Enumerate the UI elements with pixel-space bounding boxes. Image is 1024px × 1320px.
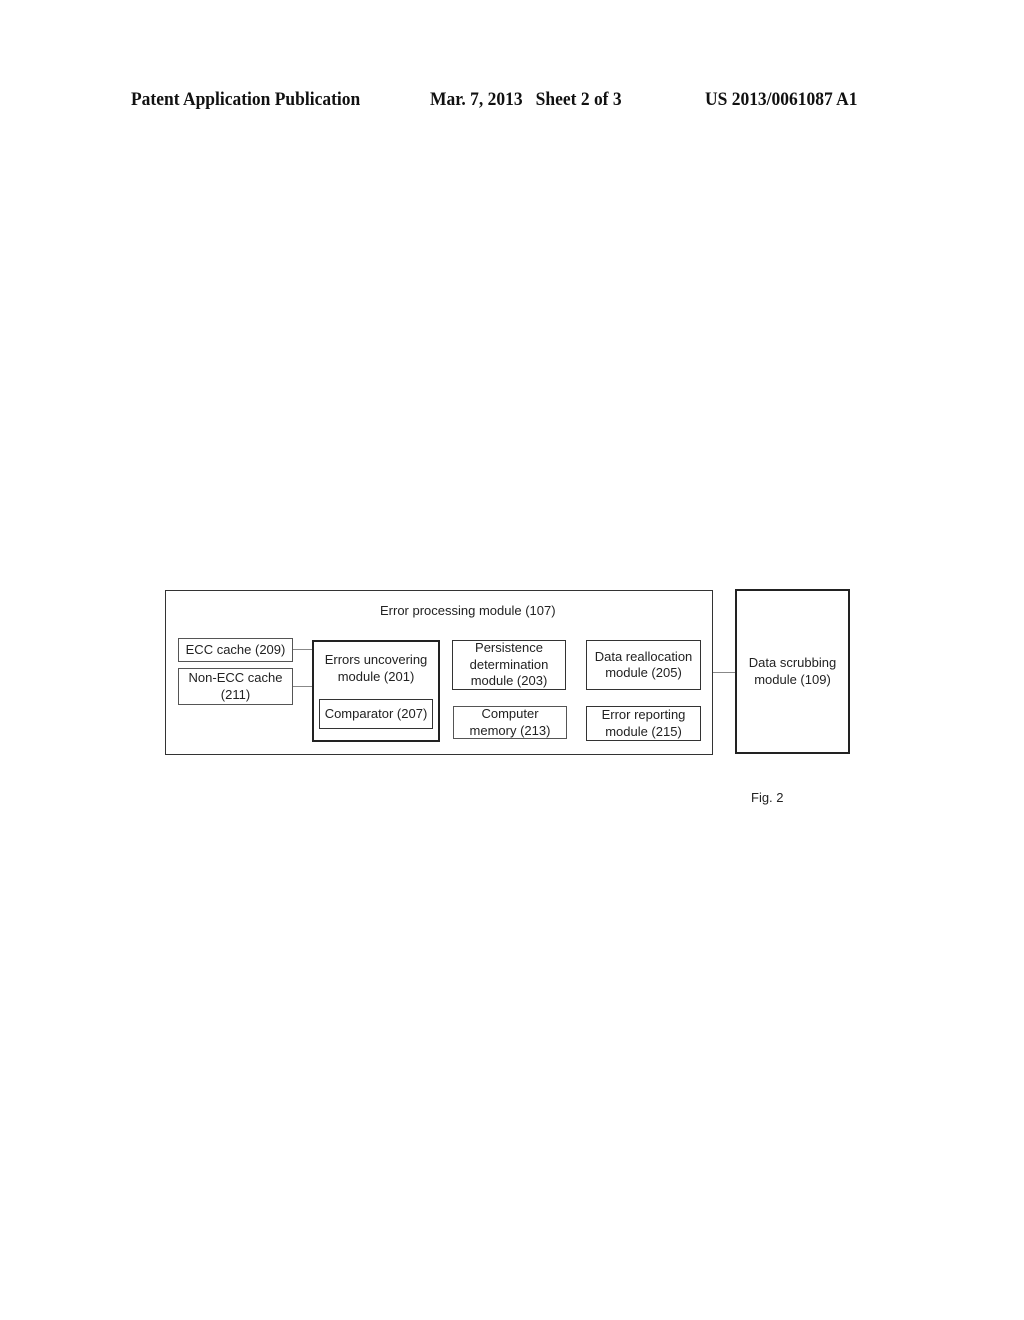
publication-number: US 2013/0061087 A1 bbox=[705, 89, 858, 110]
error-reporting-label: Error reporting module (215) bbox=[601, 707, 686, 739]
non-ecc-cache-label: Non-ECC cache (211) bbox=[188, 670, 283, 702]
non-ecc-cache-box: Non-ECC cache (211) bbox=[178, 668, 293, 705]
data-scrubbing-label: Data scrubbing module (109) bbox=[748, 655, 837, 687]
publication-type: Patent Application Publication bbox=[131, 89, 361, 110]
ecc-cache-box: ECC cache (209) bbox=[178, 638, 293, 662]
persistence-determination-box: Persistence determination module (203) bbox=[452, 640, 566, 690]
data-reallocation-box: Data reallocation module (205) bbox=[586, 640, 701, 690]
connector-nonecc-to-uncovering bbox=[293, 686, 313, 687]
connector-to-data-scrubbing bbox=[713, 672, 736, 673]
errors-uncovering-label: Errors uncovering module (201) bbox=[324, 652, 428, 684]
error-reporting-box: Error reporting module (215) bbox=[586, 706, 701, 741]
figure-label: Fig. 2 bbox=[751, 790, 784, 805]
publication-date-sheet: Mar. 7, 2013 Sheet 2 of 3 bbox=[430, 89, 622, 110]
comparator-box: Comparator (207) bbox=[319, 699, 433, 729]
persistence-determination-label: Persistence determination module (203) bbox=[469, 640, 549, 689]
connector-ecc-to-uncovering bbox=[293, 649, 313, 650]
data-reallocation-label: Data reallocation module (205) bbox=[594, 648, 693, 681]
computer-memory-box: Computer memory (213) bbox=[453, 706, 567, 739]
error-processing-module-label: Error processing module (107) bbox=[380, 603, 556, 618]
data-scrubbing-module-box: Data scrubbing module (109) bbox=[735, 589, 850, 754]
computer-memory-label: Computer memory (213) bbox=[469, 706, 551, 738]
